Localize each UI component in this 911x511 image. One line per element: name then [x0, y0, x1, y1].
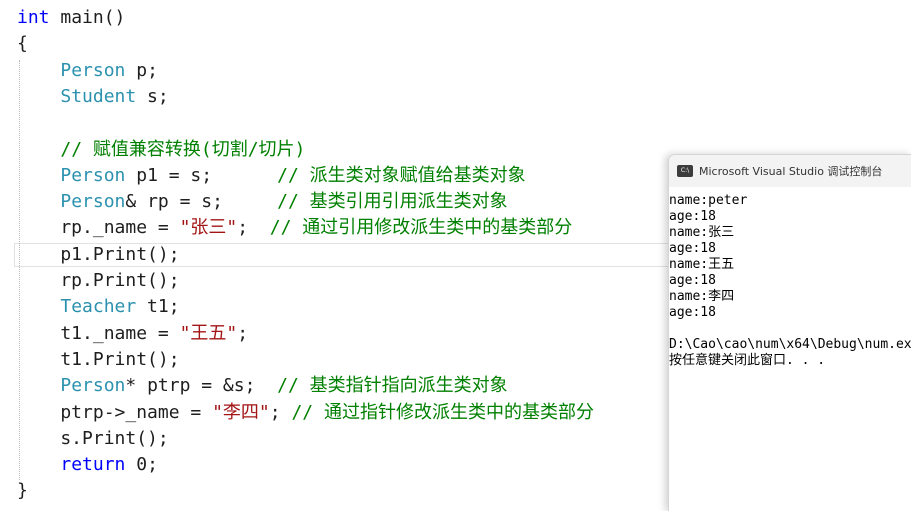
- code-token: p1 = s;: [125, 164, 278, 186]
- code-line[interactable]: t1.Print();: [17, 348, 180, 372]
- console-output-line: name:peter: [669, 193, 748, 208]
- code-line[interactable]: Person& rp = s; // 基类引用引用派生类对象: [17, 190, 508, 214]
- code-token: s.Print();: [17, 427, 169, 449]
- console-output-line: name:王五: [669, 257, 735, 272]
- code-token: ;: [237, 217, 270, 239]
- code-token: Student: [60, 85, 137, 107]
- code-token: // 派生类对象赋值给基类对象: [277, 164, 526, 186]
- code-token: * ptrp = &s;: [125, 375, 278, 397]
- code-token: int: [17, 7, 50, 28]
- code-line[interactable]: {: [17, 32, 28, 56]
- code-token: Teacher: [60, 296, 137, 318]
- console-output-line: age:18: [669, 241, 716, 256]
- code-token: return: [60, 454, 126, 476]
- code-line[interactable]: Person p;: [17, 59, 158, 83]
- code-token: }: [17, 480, 28, 502]
- code-token: Person: [60, 375, 126, 397]
- code-token: // 基类指针指向派生类对象: [277, 375, 508, 397]
- code-line[interactable]: // 赋值兼容转换(切割/切片): [17, 138, 305, 162]
- code-line[interactable]: int main(): [17, 6, 125, 30]
- code-line[interactable]: s.Print();: [17, 427, 169, 451]
- console-output-line: 按任意键关闭此窗口. . .: [669, 353, 826, 368]
- console-output-line: age:18: [669, 209, 716, 224]
- code-token: rp._name =: [17, 217, 180, 239]
- code-token: ptrp->_name =: [17, 401, 213, 423]
- code-token: p;: [125, 59, 158, 81]
- code-line[interactable]: Person* ptrp = &s; // 基类指针指向派生类对象: [17, 374, 508, 398]
- code-line[interactable]: ptrp->_name = "李四"; // 通过指针修改派生类中的基类部分: [17, 401, 594, 425]
- console-app-icon: C:\: [677, 165, 693, 177]
- code-token: "李四": [212, 401, 270, 423]
- code-line[interactable]: t1._name = "王五";: [17, 322, 248, 346]
- code-line[interactable]: Student s;: [17, 85, 169, 109]
- code-line[interactable]: p1.Print();: [17, 243, 180, 267]
- code-token: t1._name =: [17, 322, 180, 344]
- code-token: "张三": [179, 217, 238, 239]
- code-line[interactable]: rp._name = "张三"; // 通过引用修改派生类中的基类部分: [17, 216, 572, 240]
- code-token: Person: [60, 164, 126, 186]
- console-output-line: name:张三: [669, 225, 735, 240]
- code-token: // 通过指针修改派生类中的基类部分: [291, 401, 594, 423]
- code-token: Person: [60, 191, 126, 213]
- code-line[interactable]: Person p1 = s; // 派生类对象赋值给基类对象: [17, 164, 526, 188]
- code-line[interactable]: }: [17, 479, 28, 503]
- console-output-line: name:李四: [669, 289, 735, 304]
- console-output-line: D:\Cao\cao\num\x64\Debug\num.exe: [669, 337, 911, 352]
- code-token: ;: [237, 322, 249, 344]
- code-token: // 基类引用引用派生类对象: [277, 191, 508, 213]
- code-token: rp.Print();: [17, 270, 180, 291]
- code-token: p1.Print();: [17, 243, 180, 265]
- code-token: // 通过引用修改派生类中的基类部分: [269, 217, 573, 239]
- console-output-line: age:18: [669, 305, 716, 320]
- code-token: // 赋值兼容转换(切割/切片): [60, 138, 306, 160]
- debug-console-window[interactable]: C:\ Microsoft Visual Studio 调试控制台 name:p…: [668, 154, 911, 511]
- console-title: Microsoft Visual Studio 调试控制台: [699, 165, 883, 178]
- code-token: "王五": [179, 322, 238, 344]
- code-token: s;: [136, 85, 169, 107]
- console-output: name:peter age:18 name:张三 age:18 name:王五 age:…: [669, 187, 911, 369]
- code-token: & rp = s;: [125, 191, 278, 213]
- code-token: main(): [49, 7, 126, 28]
- console-output-line: age:18: [669, 273, 716, 288]
- code-token: t1;: [136, 296, 180, 318]
- code-token: t1.Print();: [17, 348, 180, 370]
- console-title-bar[interactable]: C:\ Microsoft Visual Studio 调试控制台: [669, 155, 911, 187]
- code-token: 0;: [125, 454, 158, 476]
- code-line[interactable]: return 0;: [17, 453, 158, 477]
- code-line[interactable]: rp.Print();: [17, 269, 180, 293]
- code-token: Person: [60, 59, 126, 81]
- code-token: ;: [269, 401, 292, 423]
- code-token: {: [17, 33, 28, 55]
- code-line[interactable]: Teacher t1;: [17, 295, 180, 319]
